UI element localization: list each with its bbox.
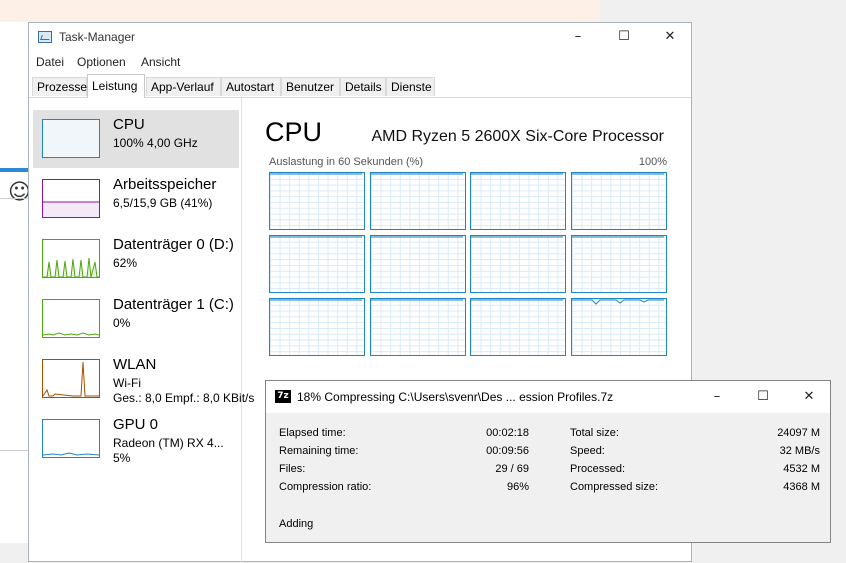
sidebar-item-label: GPU 0 (113, 416, 159, 433)
maximize-icon[interactable]: ☐ (740, 381, 786, 413)
total-size-label: Total size: (570, 427, 619, 439)
core-graph (369, 172, 466, 230)
background-accent-bar (0, 168, 28, 172)
sidebar-item-value-2: Ges.: 8,0 Empf.: 8,0 KBit/s (113, 391, 255, 405)
sidebar-item-value: 6,5/15,9 GB (41%) (113, 196, 213, 210)
performance-sidebar: CPU 100% 4,00 GHz Arbeitsspeicher 6,5/15… (29, 98, 254, 563)
sidebar-item-gpu[interactable]: GPU 0 Radeon (TM) RX 4... 5% (33, 410, 239, 468)
maximize-icon[interactable]: ☐ (601, 23, 647, 53)
memory-thumbnail-graph (42, 179, 100, 218)
menu-optionen[interactable]: Optionen (77, 55, 126, 69)
core-graph (269, 298, 365, 356)
status-text: Adding (279, 518, 314, 530)
elapsed-time-label: Elapsed time: (279, 427, 346, 439)
gpu-thumbnail-graph (42, 419, 100, 458)
processed-value: 4532 M (783, 463, 820, 475)
cpu-thumbnail-graph (42, 119, 100, 158)
disk0-thumbnail-graph (42, 239, 100, 278)
core-graph (570, 235, 667, 293)
background-window-left: ☺ (0, 22, 31, 543)
sidebar-item-value: Wi-Fi (113, 376, 141, 390)
sidebar-item-label: Arbeitsspeicher (113, 176, 217, 193)
page-title: CPU (265, 117, 323, 147)
sidebar-item-disk-0[interactable]: Datenträger 0 (D:) 62% (33, 230, 239, 288)
divider (0, 198, 28, 199)
tab-dienste[interactable]: Dienste (386, 77, 435, 96)
close-icon[interactable]: ✕ (647, 23, 693, 53)
title-bar[interactable]: 7z 18% Compressing C:\Users\svenr\Des ..… (266, 381, 830, 413)
processor-name: AMD Ryzen 5 2600X Six-Core Processor (371, 128, 664, 145)
core-graph (470, 172, 566, 230)
tab-leistung[interactable]: Leistung (87, 74, 145, 98)
sidebar-item-label: Datenträger 0 (D:) (113, 236, 234, 253)
compression-ratio-label: Compression ratio: (279, 481, 372, 493)
core-graph (269, 172, 365, 230)
disk1-thumbnail-graph (42, 299, 100, 338)
core-graph (269, 235, 365, 293)
minimize-icon[interactable]: – (694, 381, 740, 413)
tab-autostart[interactable]: Autostart (221, 77, 281, 96)
sevenzip-logo-icon: 7z (275, 390, 291, 403)
sidebar-item-cpu[interactable]: CPU 100% 4,00 GHz (33, 110, 239, 168)
menu-datei[interactable]: Datei (36, 55, 64, 69)
sidebar-item-value: 0% (113, 316, 131, 330)
menu-ansicht[interactable]: Ansicht (141, 55, 180, 69)
menu-bar: Datei Optionen Ansicht (29, 53, 691, 73)
files-value: 29 / 69 (495, 463, 529, 475)
core-graph (369, 235, 466, 293)
sidebar-item-memory[interactable]: Arbeitsspeicher 6,5/15,9 GB (41%) (33, 170, 239, 228)
total-size-value: 24097 M (777, 427, 820, 439)
core-graph (470, 298, 566, 356)
task-manager-app-icon (38, 31, 52, 43)
tab-prozesse[interactable]: Prozesse (32, 77, 87, 96)
speed-value: 32 MB/s (779, 445, 820, 457)
close-icon[interactable]: ✕ (786, 381, 832, 413)
title-bar[interactable]: Task-Manager – ☐ ✕ (29, 23, 691, 53)
remaining-time-label: Remaining time: (279, 445, 359, 457)
compressed-size-value: 4368 M (783, 481, 820, 493)
tab-details[interactable]: Details (340, 77, 386, 96)
sidebar-item-value: 62% (113, 256, 138, 270)
window-title: 18% Compressing C:\Users\svenr\Des ... e… (297, 390, 614, 404)
core-graph (470, 235, 566, 293)
sidebar-item-value-2: 5% (113, 451, 131, 465)
sidebar-item-label: Datenträger 1 (C:) (113, 296, 234, 313)
processed-label: Processed: (570, 463, 626, 475)
core-graph (369, 298, 466, 356)
tab-app-verlauf[interactable]: App-Verlauf (146, 77, 221, 96)
wlan-thumbnail-graph (42, 359, 100, 398)
graph-max-label: 100% (638, 156, 667, 168)
compressed-size-label: Compressed size: (570, 481, 659, 493)
window-title: Task-Manager (59, 30, 136, 44)
files-label: Files: (279, 463, 306, 475)
graph-caption: Auslastung in 60 Sekunden (%) (269, 156, 424, 168)
core-graph (570, 298, 667, 356)
core-graph (570, 172, 667, 230)
sidebar-item-value: Radeon (TM) RX 4... (113, 436, 224, 450)
sidebar-item-disk-1[interactable]: Datenträger 1 (C:) 0% (33, 290, 239, 348)
compression-ratio-value: 96% (506, 481, 529, 493)
elapsed-time-value: 00:02:18 (486, 427, 529, 439)
remaining-time-value: 00:09:56 (486, 445, 529, 457)
sidebar-item-value: 100% 4,00 GHz (113, 136, 198, 150)
tab-bar: Prozesse Leistung App-Verlauf Autostart … (29, 74, 691, 98)
speed-label: Speed: (570, 445, 605, 457)
tab-benutzer[interactable]: Benutzer (281, 77, 340, 96)
sevenzip-progress-window: 7z 18% Compressing C:\Users\svenr\Des ..… (265, 380, 831, 543)
divider (0, 450, 28, 451)
sidebar-item-label: CPU (113, 116, 145, 133)
background-window-top (0, 0, 600, 22)
sidebar-item-label: WLAN (113, 356, 157, 373)
sidebar-item-wlan[interactable]: WLAN Wi-Fi Ges.: 8,0 Empf.: 8,0 KBit/s (33, 350, 254, 408)
core-graphs (269, 172, 667, 360)
minimize-icon[interactable]: – (555, 23, 601, 53)
